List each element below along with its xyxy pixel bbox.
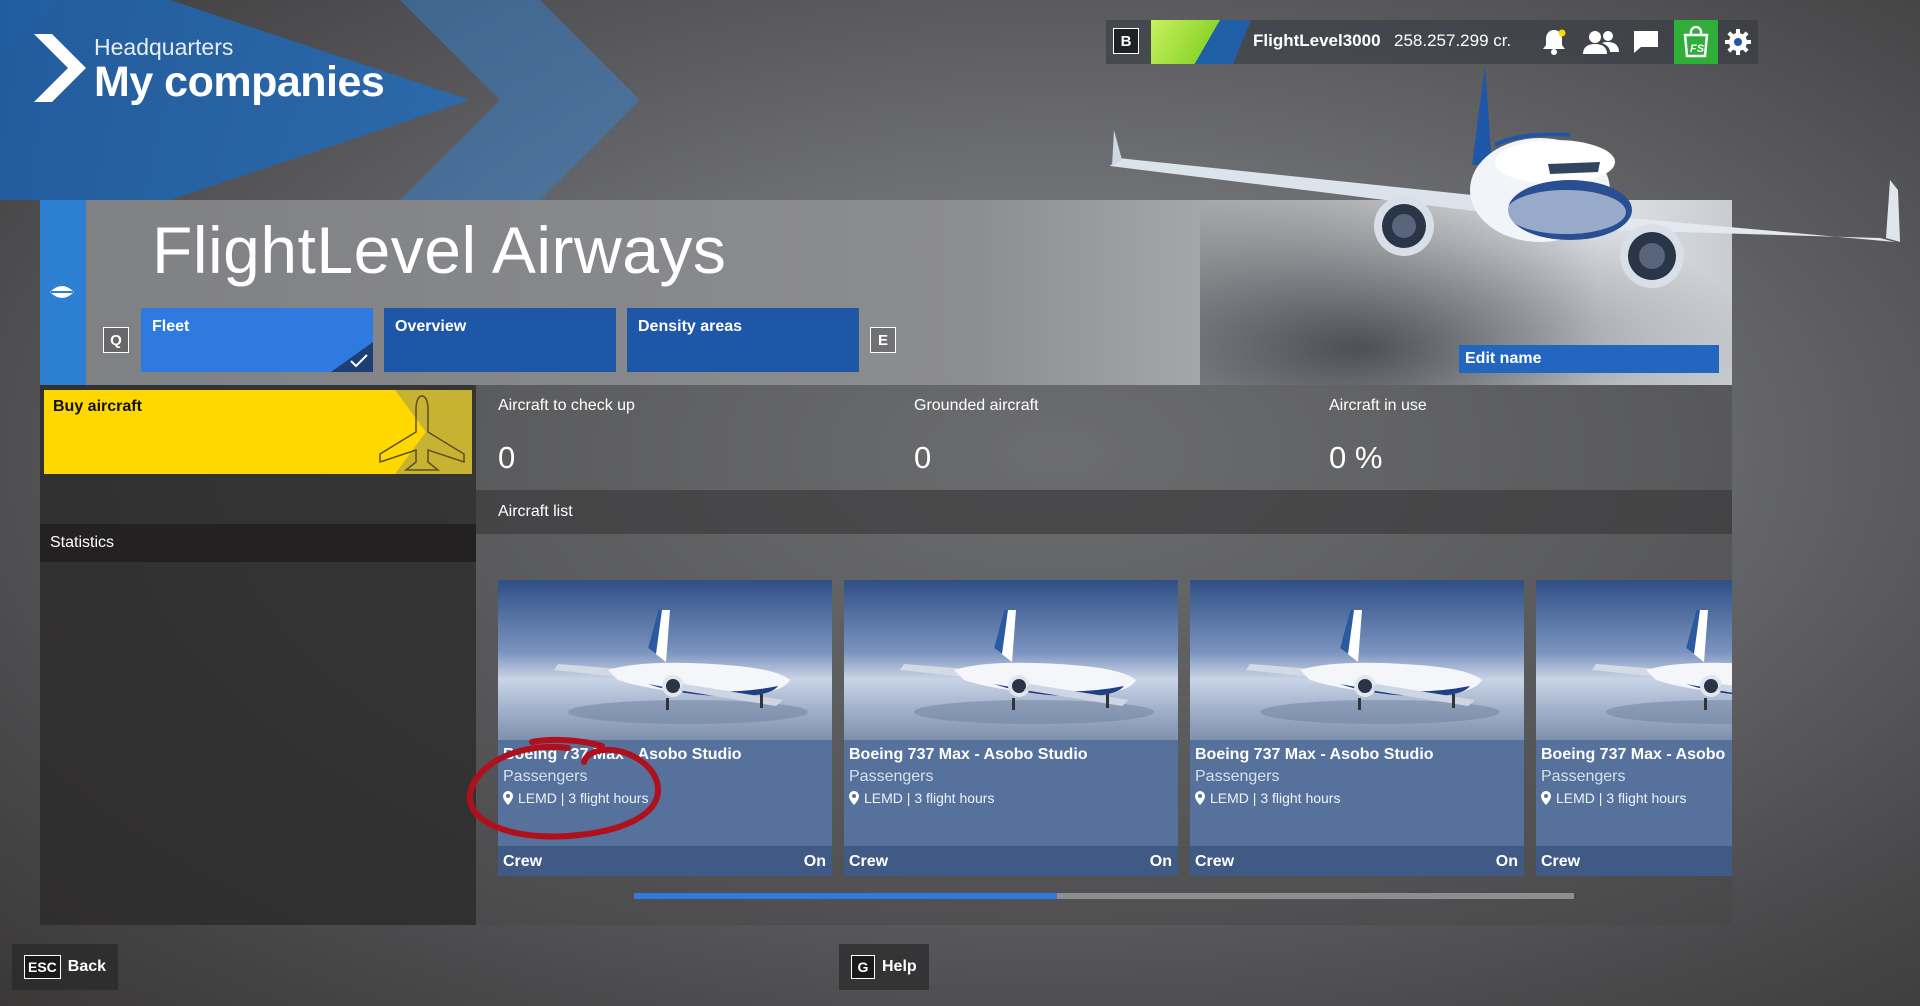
- aircraft-location: LEMD | 3 flight hours: [1195, 790, 1340, 806]
- back-label: Back: [67, 958, 107, 975]
- esc-key: ESC: [24, 955, 61, 979]
- location-pin-icon: [849, 791, 859, 805]
- crew-status: On: [1495, 853, 1518, 870]
- checkmark-icon: [350, 354, 368, 368]
- help-label: Help: [882, 958, 917, 975]
- aircraft-title: Boeing 737 Max - Asobo Studio: [849, 746, 1088, 763]
- crew-label: Crew: [1541, 853, 1581, 870]
- page-title: My companies: [94, 58, 385, 106]
- airplane-outline-icon: [379, 395, 465, 471]
- prev-tab-key[interactable]: Q: [103, 327, 129, 353]
- g-key: G: [851, 955, 875, 979]
- buy-aircraft-label: Buy aircraft: [53, 398, 142, 415]
- aircraft-category: Passengers: [1195, 768, 1280, 785]
- buy-aircraft-button[interactable]: Buy aircraft: [44, 390, 472, 474]
- crew-bar: [498, 846, 832, 876]
- aircraft-location-text: LEMD | 3 flight hours: [518, 790, 649, 806]
- aircraft-thumbnail: [498, 580, 832, 740]
- aircraft-location-text: LEMD | 3 flight hours: [864, 790, 995, 806]
- crew-label: Crew: [849, 853, 889, 870]
- aircraft-location-text: LEMD | 3 flight hours: [1210, 790, 1341, 806]
- aircraft-title: Boeing 737 Max - Asobo Studio: [1195, 746, 1434, 763]
- aircraft-location: LEMD | 3 flight hours: [1541, 790, 1686, 806]
- company-logo-icon: [50, 286, 74, 298]
- tab-label: Fleet: [152, 318, 190, 335]
- aircraft-location: LEMD | 3 flight hours: [503, 790, 648, 806]
- location-pin-icon: [1541, 791, 1551, 805]
- aircraft-card[interactable]: Boeing 737 Max - Asobo Passengers LEMD |…: [1536, 580, 1732, 876]
- aircraft-title: Boeing 737 Max - Asobo: [1541, 746, 1726, 763]
- crew-bar: [1190, 846, 1524, 876]
- statistics-section[interactable]: Statistics: [40, 524, 476, 562]
- aircraft-category: Passengers: [1541, 768, 1626, 785]
- aircraft-location: LEMD | 3 flight hours: [849, 790, 994, 806]
- aircraft-list-scrollbar[interactable]: [634, 893, 1574, 899]
- aircraft-title: Boeing 737 Max - Asobo Studio: [503, 746, 742, 763]
- aircraft-category: Passengers: [503, 768, 588, 785]
- aircraft-card[interactable]: Boeing 737 Max - Asobo Studio Passengers…: [844, 580, 1178, 876]
- back-arrow-icon: [34, 34, 86, 102]
- back-button[interactable]: ESC Back: [12, 944, 119, 990]
- crew-label: Crew: [1195, 853, 1235, 870]
- aircraft-location-text: LEMD | 3 flight hours: [1556, 790, 1687, 806]
- aircraft-card[interactable]: Boeing 737 Max - Asobo Studio Passengers…: [498, 580, 832, 876]
- tab-label: Overview: [395, 318, 467, 335]
- aircraft-card[interactable]: Boeing 737 Max - Asobo Studio Passengers…: [1190, 580, 1524, 876]
- aircraft-thumbnail: [844, 580, 1178, 740]
- crew-status: On: [1149, 853, 1172, 870]
- aircraft-thumbnail: [1190, 580, 1524, 740]
- scrollbar-thumb[interactable]: [634, 893, 1057, 899]
- statistics-label: Statistics: [50, 534, 115, 551]
- crew-bar: [844, 846, 1178, 876]
- help-button[interactable]: G Help: [839, 944, 929, 990]
- aircraft-thumbnail: [1536, 580, 1732, 740]
- header-subtitle: Headquarters: [94, 34, 234, 60]
- location-pin-icon: [503, 791, 513, 805]
- location-pin-icon: [1195, 791, 1205, 805]
- tab-fleet[interactable]: Fleet: [141, 308, 373, 372]
- aircraft-card-strip: Boeing 737 Max - Asobo Studio Passengers…: [498, 0, 1732, 1006]
- aircraft-category: Passengers: [849, 768, 934, 785]
- crew-status: On: [803, 853, 826, 870]
- crew-label: Crew: [503, 853, 543, 870]
